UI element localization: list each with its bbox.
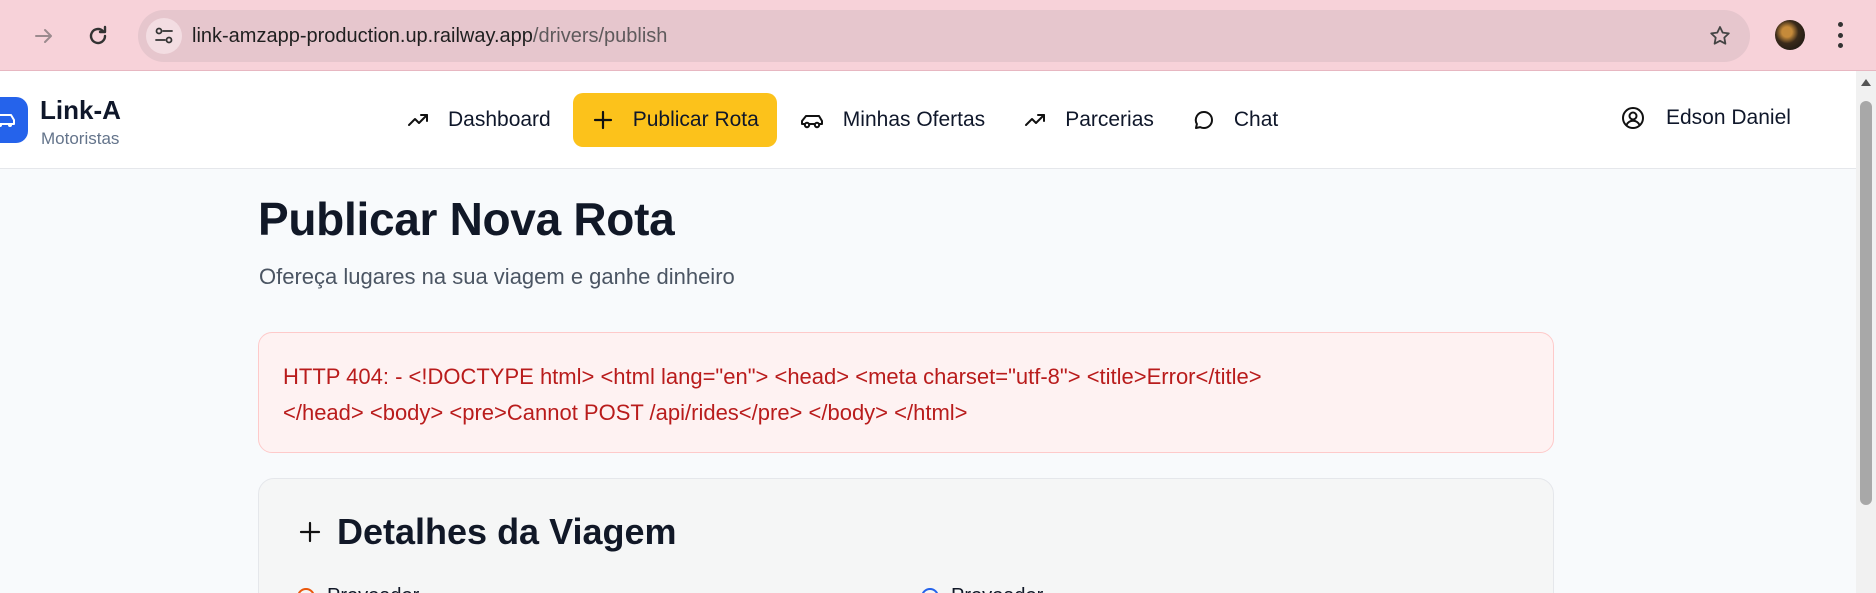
browser-toolbar: link-amzapp-production.up.railway.app/dr… — [0, 0, 1876, 71]
bookmark-star-button[interactable] — [1708, 24, 1732, 53]
origin-label-text: Provoador — [327, 585, 419, 593]
arrow-right-icon — [35, 29, 52, 43]
tune-icon — [155, 27, 173, 44]
plus-icon — [593, 110, 612, 130]
chat-bubble-icon — [1194, 110, 1213, 129]
brand-logo[interactable] — [0, 97, 28, 143]
card-title: Detalhes da Viagem — [297, 511, 677, 553]
user-name: Edson Daniel — [1666, 106, 1791, 129]
trending-up-icon — [408, 114, 428, 126]
brand-name[interactable]: Link-A — [40, 95, 121, 126]
nav-label-dashboard: Dashboard — [448, 108, 551, 131]
error-message-line-1: HTTP 404: - <!DOCTYPE html> <html lang="… — [283, 364, 1262, 389]
trending-up-icon — [1025, 114, 1046, 126]
page-subtitle: Ofereça lugares na sua viagem e ganhe di… — [259, 264, 735, 289]
main-nav: Dashboard Publicar Rota Minhas Ofertas P… — [392, 93, 1292, 147]
kebab-dot-icon — [1837, 22, 1843, 27]
trip-details-card: Detalhes da Viagem Provoador Provoador — [258, 478, 1554, 593]
nav-label-minhas-ofertas: Minhas Ofertas — [842, 108, 986, 131]
error-alert: HTTP 404: - <!DOCTYPE html> <html lang="… — [258, 332, 1554, 453]
app-header: Link-A Motoristas Dashboard Publicar Rot… — [0, 71, 1856, 169]
nav-item-chat[interactable]: Chat — [1178, 93, 1292, 147]
nav-item-parcerias[interactable]: Parcerias — [1009, 93, 1168, 147]
car-icon — [0, 114, 15, 127]
url-host: link-amzapp-production.up.railway.app — [192, 24, 533, 47]
url-text: link-amzapp-production.up.railway.app/dr… — [192, 25, 667, 48]
user-circle-icon — [1622, 107, 1644, 129]
page-scrollbar[interactable] — [1856, 71, 1876, 593]
nav-item-minhas-ofertas[interactable]: Minhas Ofertas — [785, 93, 999, 147]
profile-avatar[interactable] — [1775, 20, 1805, 50]
nav-item-dashboard[interactable]: Dashboard — [392, 93, 565, 147]
destination-label-text: Provoador — [951, 585, 1043, 593]
map-pin-icon — [921, 587, 939, 593]
kebab-dot-icon — [1837, 32, 1843, 38]
card-title-text: Detalhes da Viagem — [337, 511, 677, 552]
url-path: /drivers/publish — [532, 24, 668, 47]
origin-label: Provoador — [297, 585, 419, 593]
site-info-button[interactable] — [146, 18, 182, 54]
browser-menu-button[interactable] — [1836, 22, 1844, 48]
star-icon — [1710, 26, 1730, 45]
page-title: Publicar Nova Rota — [258, 193, 675, 245]
plus-icon — [299, 521, 321, 543]
reload-button[interactable] — [76, 14, 120, 58]
destination-label: Provoador — [921, 585, 1043, 593]
nav-item-publicar-rota[interactable]: Publicar Rota — [572, 93, 777, 147]
map-pin-icon — [297, 587, 315, 593]
nav-label-parcerias: Parcerias — [1065, 108, 1154, 131]
brand-subtitle: Motoristas — [41, 129, 120, 148]
nav-label-publicar-rota: Publicar Rota — [632, 108, 759, 131]
nav-label-chat: Chat — [1233, 108, 1279, 131]
address-bar[interactable]: link-amzapp-production.up.railway.app/dr… — [138, 10, 1750, 62]
reload-icon — [89, 25, 107, 45]
error-message-line-2: </head> <body> <pre>Cannot POST /api/rid… — [283, 400, 968, 425]
scrollbar-thumb[interactable] — [1860, 101, 1872, 505]
forward-button[interactable] — [22, 14, 66, 58]
user-menu[interactable]: Edson Daniel — [1620, 105, 1791, 131]
car-icon — [800, 115, 823, 129]
scroll-up-arrow-icon[interactable] — [1861, 79, 1871, 86]
kebab-dot-icon — [1837, 43, 1843, 48]
